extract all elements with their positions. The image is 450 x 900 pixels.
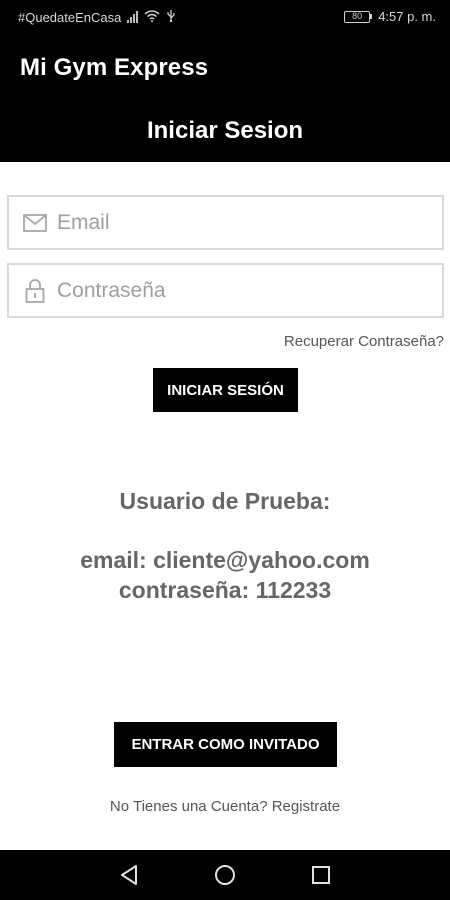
status-time: 4:57 p. m. <box>378 9 436 24</box>
battery-icon: 80 <box>344 10 373 23</box>
status-right: 80 4:57 p. m. <box>344 9 436 24</box>
status-left: #QuedateEnCasa <box>18 9 176 25</box>
demo-user-title: Usuario de Prueba: <box>119 488 331 514</box>
usb-icon <box>166 9 176 25</box>
status-bar: #QuedateEnCasa 80 4:57 p. m. <box>0 0 450 34</box>
signal-icon <box>127 11 139 23</box>
wifi-icon <box>144 9 160 25</box>
recents-square-icon[interactable] <box>309 863 333 887</box>
recover-password-link[interactable]: Recuperar Contraseña? <box>284 333 444 350</box>
page-title: Iniciar Sesion <box>146 117 304 144</box>
navigation-bar <box>0 850 450 900</box>
back-triangle-icon[interactable] <box>117 863 141 887</box>
status-hashtag: #QuedateEnCasa <box>18 9 122 25</box>
email-field[interactable] <box>7 195 444 250</box>
register-link[interactable]: No Tienes una Cuenta? Registrate <box>0 798 450 815</box>
battery-level: 80 <box>344 10 371 23</box>
lock-icon <box>23 278 47 303</box>
app-bar: Mi Gym Express Iniciar Sesion <box>0 34 450 162</box>
mail-icon <box>23 211 47 235</box>
guest-login-button[interactable]: ENTRAR COMO INVITADO <box>114 722 337 767</box>
password-input[interactable] <box>57 278 417 303</box>
login-button[interactable]: INICIAR SESIÓN <box>153 368 298 412</box>
demo-user-email: email: cliente@yahoo.com <box>80 547 370 573</box>
app-title: Mi Gym Express <box>20 54 209 81</box>
demo-user-password: contraseña: 112233 <box>118 577 332 603</box>
password-field[interactable] <box>7 263 444 318</box>
home-circle-icon[interactable] <box>213 863 237 887</box>
email-input[interactable] <box>57 210 417 235</box>
